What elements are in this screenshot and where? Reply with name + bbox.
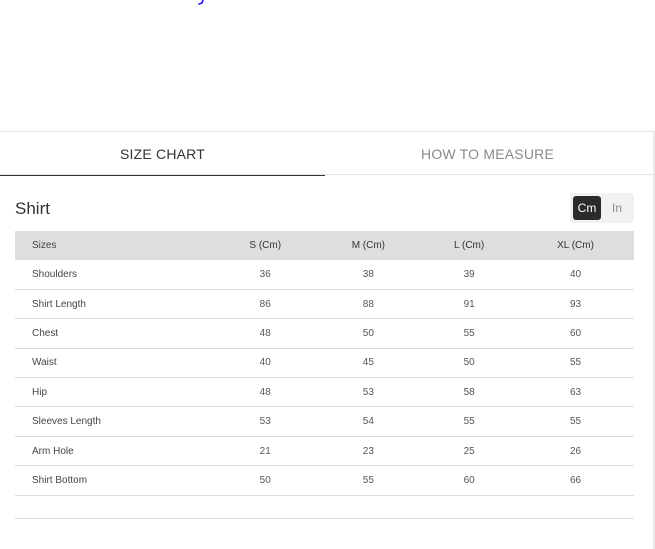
table-cell: 53	[315, 377, 422, 408]
row-label: Chest	[15, 318, 215, 349]
table-cell: 53	[215, 406, 316, 437]
unit-cm-button[interactable]: Cm	[573, 196, 601, 220]
table-row: Waist 40 45 50 55	[15, 348, 634, 379]
row-label: Shirt Length	[15, 289, 215, 320]
header-cell: Sizes	[32, 240, 57, 251]
table-cell: 45	[315, 348, 422, 379]
table-cell: 55	[421, 406, 518, 437]
table-cell: 50	[315, 318, 422, 349]
size-tabs: SIZE CHART HOW TO MEASURE	[0, 132, 655, 176]
table-cell: 66	[517, 465, 634, 496]
table-cell: 50	[215, 465, 316, 496]
table-cell: 55	[517, 406, 634, 437]
table-cell: 40	[517, 260, 634, 290]
table-cell: 21	[215, 436, 316, 467]
table-cell: 55	[517, 348, 634, 379]
table-cell: 25	[421, 436, 518, 467]
table-cell: 23	[315, 436, 422, 467]
table-cell: 36	[215, 260, 316, 290]
table-row: Arm Hole 21 23 25 26	[15, 436, 634, 467]
header-cell: XL (Cm)	[557, 240, 594, 251]
row-label: Hip	[15, 377, 215, 408]
bottom-divider	[15, 518, 634, 519]
table-cell: 39	[421, 260, 518, 290]
row-label: Shoulders	[15, 260, 215, 290]
section-header: Shirt Cm In	[0, 175, 655, 231]
table-cell: 40	[215, 348, 316, 379]
table-cell: 48	[215, 377, 316, 408]
table-cell: 54	[315, 406, 422, 437]
table-cell: 26	[517, 436, 634, 467]
tab-size-chart[interactable]: SIZE CHART	[0, 132, 325, 176]
tab-how-to-measure[interactable]: HOW TO MEASURE	[325, 132, 650, 175]
table-cell: 50	[421, 348, 518, 379]
table-cell: 91	[421, 289, 518, 320]
section-title: Shirt	[15, 199, 50, 218]
table-row: Hip 48 53 58 63	[15, 377, 634, 408]
table-row: Shoulders 36 38 39 40	[15, 260, 634, 290]
table-cell: 93	[517, 289, 634, 320]
table-cell: 58	[421, 377, 518, 408]
table-cell: 55	[421, 318, 518, 349]
size-chart-panel: SIZE CHART HOW TO MEASURE Shirt Cm In Si…	[0, 131, 655, 549]
table-cell: 63	[517, 377, 634, 408]
table-row: Sleeves Length 53 54 55 55	[15, 406, 634, 437]
header-cell: S (Cm)	[249, 240, 282, 251]
table-row: Chest 48 50 55 60	[15, 318, 634, 349]
table-cell: 60	[517, 318, 634, 349]
size-table: Sizes S (Cm) M (Cm) L (Cm) XL (Cm) Shoul…	[15, 231, 634, 496]
row-label: Waist	[15, 348, 215, 379]
header-cell: L (Cm)	[454, 240, 485, 251]
size-chart-page: SIZE CHART HOW TO MEASURE Shirt Cm In Si…	[0, 0, 655, 549]
table-cell: 60	[421, 465, 518, 496]
header-cell: M (Cm)	[351, 240, 386, 251]
unit-in-button[interactable]: In	[603, 196, 631, 220]
row-label: Sleeves Length	[15, 406, 215, 437]
cropped-mark-icon	[198, 0, 204, 5]
table-cell: 55	[315, 465, 422, 496]
unit-toggle: Cm In	[570, 193, 634, 223]
table-header: Sizes S (Cm) M (Cm) L (Cm) XL (Cm)	[15, 231, 634, 260]
row-label: Shirt Bottom	[15, 465, 215, 496]
table-cell: 48	[215, 318, 316, 349]
table-cell: 38	[315, 260, 422, 290]
table-row: Shirt Length 86 88 91 93	[15, 289, 634, 320]
row-label: Arm Hole	[15, 436, 215, 467]
table-row: Shirt Bottom 50 55 60 66	[15, 465, 634, 496]
header-row: Sizes S (Cm) M (Cm) L (Cm) XL (Cm)	[15, 231, 634, 260]
table-body: Shoulders 36 38 39 40 Shirt Length 86 88…	[15, 260, 634, 496]
table-cell: 88	[315, 289, 422, 320]
table-cell: 86	[215, 289, 316, 320]
